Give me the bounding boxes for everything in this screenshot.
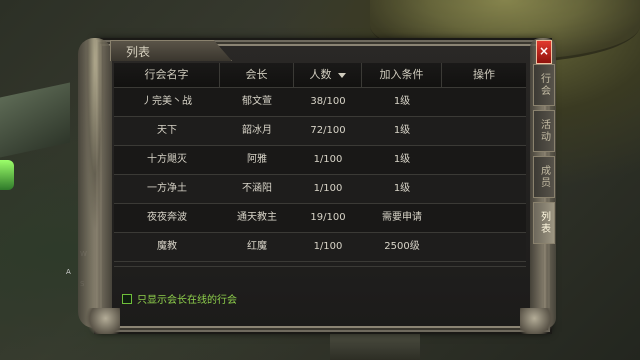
background-stone <box>0 82 70 158</box>
table-header: 行会名字 会长 人数 加入条件 操作 <box>114 63 526 88</box>
filter-label: 只显示会长在线的行会 <box>137 295 237 306</box>
guild-condition: 2500级 <box>384 241 420 252</box>
leader-online-filter[interactable]: 只显示会长在线的行会 <box>122 291 237 306</box>
guild-action[interactable] <box>442 204 526 232</box>
guild-leader: 不涵阳 <box>242 183 272 194</box>
table-row[interactable]: 夜夜奔波 通天教主 19/100 需要申请 <box>114 204 526 233</box>
side-tab-label: 列表 <box>538 211 550 235</box>
corner-ornament <box>84 308 120 334</box>
guild-leader: 韶冰月 <box>242 125 272 136</box>
guild-action[interactable] <box>442 146 526 174</box>
table-row[interactable]: 天下 韶冰月 72/100 1级 <box>114 117 526 146</box>
guild-name: 天下 <box>157 125 177 136</box>
header-members-label: 人数 <box>309 68 332 81</box>
guild-members: 72/100 <box>310 125 346 136</box>
guild-action[interactable] <box>442 175 526 203</box>
background-green-object <box>0 160 14 190</box>
guild-name: 一方净土 <box>147 183 187 194</box>
guild-name: 十方飓灭 <box>147 154 187 165</box>
filter-checkbox[interactable] <box>122 293 132 304</box>
header-members[interactable]: 人数 <box>294 63 362 87</box>
guild-leader: 阿雅 <box>247 154 267 165</box>
header-leader[interactable]: 会长 <box>220 63 294 87</box>
header-actions: 操作 <box>473 68 495 81</box>
corner-ornament <box>520 308 556 334</box>
table-row[interactable]: 魔教 红魔 1/100 2500级 <box>114 233 526 262</box>
list-divider <box>114 266 526 267</box>
guild-leader: 通天教主 <box>237 212 277 223</box>
side-tab-list[interactable]: 列表 <box>533 202 555 244</box>
guild-condition: 需要申请 <box>382 212 422 223</box>
side-tab-activity[interactable]: 活动 <box>533 110 555 152</box>
guild-leader: 郁文萱 <box>242 96 272 107</box>
guild-name: 丿完美丶战 <box>142 96 192 107</box>
guild-members: 19/100 <box>310 212 346 223</box>
guild-members: 1/100 <box>313 241 343 252</box>
guild-condition: 1级 <box>393 154 411 165</box>
side-tab-guild[interactable]: 行会 <box>533 64 555 106</box>
guild-condition: 1级 <box>393 183 411 194</box>
guild-members: 38/100 <box>310 96 346 107</box>
side-tab-members[interactable]: 成员 <box>533 156 555 198</box>
guild-condition: 1级 <box>393 125 411 136</box>
guild-name: 夜夜奔波 <box>147 212 187 223</box>
guild-condition: 1级 <box>393 96 411 107</box>
dragon-ornament-left <box>78 38 112 328</box>
header-join-condition[interactable]: 加入条件 <box>362 63 442 87</box>
table-row[interactable]: 十方飓灭 阿雅 1/100 1级 <box>114 146 526 175</box>
panel-title: 列表 <box>126 45 151 59</box>
guild-members: 1/100 <box>313 154 343 165</box>
side-tab-label: 行会 <box>538 73 550 97</box>
key-a-label: A <box>66 268 71 276</box>
guild-action[interactable] <box>442 233 526 261</box>
table-row[interactable]: 一方净土 不涵阳 1/100 1级 <box>114 175 526 204</box>
header-guild-name[interactable]: 行会名字 <box>114 63 220 87</box>
guild-leader: 红魔 <box>247 241 267 252</box>
guild-members: 1/100 <box>313 183 343 194</box>
guild-action[interactable] <box>442 117 526 145</box>
guild-action[interactable] <box>442 88 526 116</box>
side-tab-label: 活动 <box>538 119 550 143</box>
sort-down-icon <box>337 72 346 78</box>
table-row[interactable]: 丿完美丶战 郁文萱 38/100 1级 <box>114 88 526 117</box>
guild-list: 丿完美丶战 郁文萱 38/100 1级 天下 韶冰月 72/100 1级 十方飓… <box>114 88 526 262</box>
guild-name: 魔教 <box>157 241 177 252</box>
close-button[interactable]: × <box>536 40 552 64</box>
side-tab-label: 成员 <box>538 165 550 189</box>
